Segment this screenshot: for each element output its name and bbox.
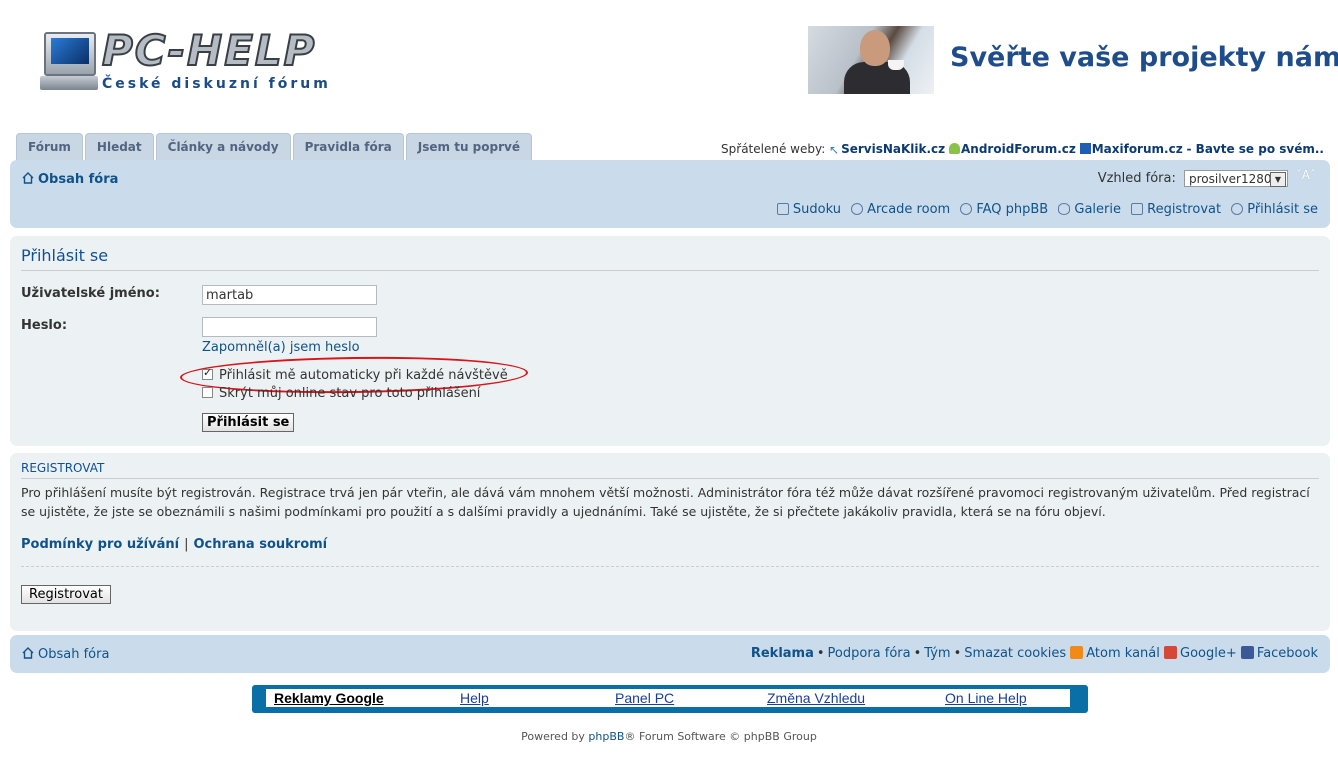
ad-link-google-ads[interactable]: Reklamy Google xyxy=(274,690,384,706)
terms-links: Podmínky pro užívání | Ochrana soukromí xyxy=(21,537,327,552)
tab-forum[interactable]: Fórum xyxy=(16,133,83,160)
login-panel: Přihlásit se Uživatelské jméno: Heslo: Z… xyxy=(10,236,1330,446)
home-icon xyxy=(22,647,34,659)
footer-link-ads[interactable]: Reklama xyxy=(751,646,814,661)
autologin-label: Přihlásit mě automaticky při každé návšt… xyxy=(219,368,508,383)
help-icon xyxy=(960,203,973,215)
separator: | xyxy=(184,537,189,552)
ad-link-online-help[interactable]: On Line Help xyxy=(945,690,1027,706)
ad-link-help[interactable]: Help xyxy=(460,690,489,706)
autologin-row[interactable]: Přihlásit mě automaticky při každé návšt… xyxy=(202,366,508,383)
ad-link-bar-inner: Reklamy Google Help Panel PC Změna Vzhle… xyxy=(266,689,1070,707)
banner-slogan: Svěřte vaše projekty nám xyxy=(950,42,1338,73)
hide-online-checkbox[interactable] xyxy=(202,387,213,398)
site-logo[interactable]: PC-HELP České diskuzní fórum xyxy=(40,25,370,98)
eye-icon xyxy=(1058,203,1071,215)
monitor-icon xyxy=(44,32,96,76)
quick-links: Sudoku Arcade room FAQ phpBB Galerie Reg… xyxy=(771,202,1318,217)
logo-brand: PC-HELP xyxy=(101,25,317,76)
login-title: Přihlásit se xyxy=(21,246,109,265)
home-icon xyxy=(22,172,34,184)
forgot-password-link[interactable]: Zapomněl(a) jsem heslo xyxy=(202,340,360,355)
quick-link-register[interactable]: Registrovat xyxy=(1131,202,1221,217)
quick-link-gallery[interactable]: Galerie xyxy=(1058,202,1121,217)
chevron-down-icon: ▼ xyxy=(1270,172,1286,187)
register-text: Pro přihlášení musíte být registrován. R… xyxy=(21,485,1310,519)
footer-link-cookies[interactable]: Smazat cookies xyxy=(964,646,1066,661)
divider xyxy=(21,270,1319,271)
ad-link-change-style[interactable]: Změna Vzhledu xyxy=(767,690,865,706)
footer-bar: Obsah fóra Reklama • Podpora fóra • Tým • Smaz… xyxy=(10,635,1330,673)
tab-rules[interactable]: Pravidla fóra xyxy=(292,133,404,160)
style-selector: Vzhled fóra: prosilver1280 ▼ xyxy=(1098,170,1288,187)
login-submit-button[interactable]: Přihlásit se xyxy=(202,413,295,432)
google-plus-icon xyxy=(1164,646,1178,659)
tab-articles[interactable]: Články a návody xyxy=(155,133,291,160)
privacy-link[interactable]: Ochrana soukromí xyxy=(193,537,327,552)
font-size-toggle[interactable]: ˇAˆ xyxy=(1296,168,1316,182)
rss-icon xyxy=(1070,646,1084,659)
divider xyxy=(21,478,1319,479)
main-tabs: Fórum Hledat Články a návody Pravidla fó… xyxy=(16,133,532,160)
powered-by: Powered by phpBB® Forum Software © phpBB… xyxy=(521,730,817,743)
ad-banner[interactable]: Svěřte vaše projekty nám xyxy=(808,26,1338,94)
friend-sites: Spřátelené weby: ↖ ServisNaKlik.cz Androi… xyxy=(721,142,1324,157)
password-label: Heslo: xyxy=(21,318,68,333)
friend-site-maxiforum[interactable]: Maxiforum.cz xyxy=(1092,142,1183,156)
register-title: Registrovat xyxy=(21,461,105,475)
quick-link-sudoku[interactable]: Sudoku xyxy=(776,202,841,217)
register-button[interactable]: Registrovat xyxy=(21,585,111,604)
footer-link-facebook[interactable]: Facebook xyxy=(1257,646,1318,661)
power-icon xyxy=(1231,203,1244,215)
ad-link-panel-pc[interactable]: Panel PC xyxy=(615,690,674,706)
footer-breadcrumb-label: Obsah fóra xyxy=(38,647,110,662)
android-icon xyxy=(949,143,960,154)
breadcrumb-label: Obsah fóra xyxy=(38,172,119,187)
hide-online-label: Skrýt můj online stav pro toto přihlášen… xyxy=(219,386,481,401)
autologin-checkbox[interactable] xyxy=(202,366,213,380)
style-select[interactable]: prosilver1280 ▼ xyxy=(1184,170,1288,187)
username-label: Uživatelské jméno: xyxy=(21,286,160,301)
tab-first-time[interactable]: Jsem tu poprvé xyxy=(405,133,532,160)
page: PC-HELP České diskuzní fórum Svěřte vaše… xyxy=(0,0,1338,761)
breadcrumb[interactable]: Obsah fóra xyxy=(22,172,118,187)
dashed-divider xyxy=(21,566,1319,567)
footer-link-support[interactable]: Podpora fóra xyxy=(828,646,911,661)
computer-base-icon xyxy=(40,76,98,90)
friend-sites-tail[interactable]: - Bavte se po svém.. xyxy=(1187,142,1324,156)
register-panel: Registrovat Pro přihlášení musíte být re… xyxy=(10,453,1330,631)
terms-link[interactable]: Podmínky pro užívání xyxy=(21,537,179,552)
friend-site-servisnaklik[interactable]: ServisNaKlik.cz xyxy=(841,142,945,156)
tab-search[interactable]: Hledat xyxy=(84,133,154,160)
facebook-icon xyxy=(1240,646,1254,659)
logo-tagline: České diskuzní fórum xyxy=(102,76,331,92)
register-icon xyxy=(1131,203,1144,215)
footer-breadcrumb[interactable]: Obsah fóra xyxy=(22,647,109,662)
nav-bar: Obsah fóra Vzhled fóra: prosilver1280 ▼ ˇ… xyxy=(10,160,1330,228)
password-input[interactable] xyxy=(202,317,377,337)
friend-sites-label: Spřátelené weby: xyxy=(721,142,826,156)
quick-link-arcade[interactable]: Arcade room xyxy=(851,202,950,217)
users-icon xyxy=(851,203,864,215)
style-select-value: prosilver1280 xyxy=(1189,172,1272,186)
footer-link-atom[interactable]: Atom kanál xyxy=(1086,646,1160,661)
ad-link-bar: Reklamy Google Help Panel PC Změna Vzhle… xyxy=(252,685,1088,713)
grid-icon xyxy=(776,203,789,215)
friend-site-androidforum[interactable]: AndroidForum.cz xyxy=(961,142,1076,156)
quick-link-login[interactable]: Přihlásit se xyxy=(1231,202,1318,217)
phpbb-link[interactable]: phpBB xyxy=(588,730,624,743)
cursor-icon: ↖ xyxy=(829,143,840,157)
banner-photo xyxy=(808,26,934,94)
username-input[interactable] xyxy=(202,285,377,305)
footer-link-team[interactable]: Tým xyxy=(924,646,950,661)
quick-link-faq[interactable]: FAQ phpBB xyxy=(960,202,1048,217)
style-selector-label: Vzhled fóra: xyxy=(1097,171,1176,186)
hide-online-row[interactable]: Skrýt můj online stav pro toto přihlášen… xyxy=(202,386,480,401)
maxiforum-icon xyxy=(1079,143,1091,154)
footer-link-google[interactable]: Google+ xyxy=(1180,646,1237,661)
footer-links: Reklama • Podpora fóra • Tým • Smazat cookies … xyxy=(750,646,1318,661)
